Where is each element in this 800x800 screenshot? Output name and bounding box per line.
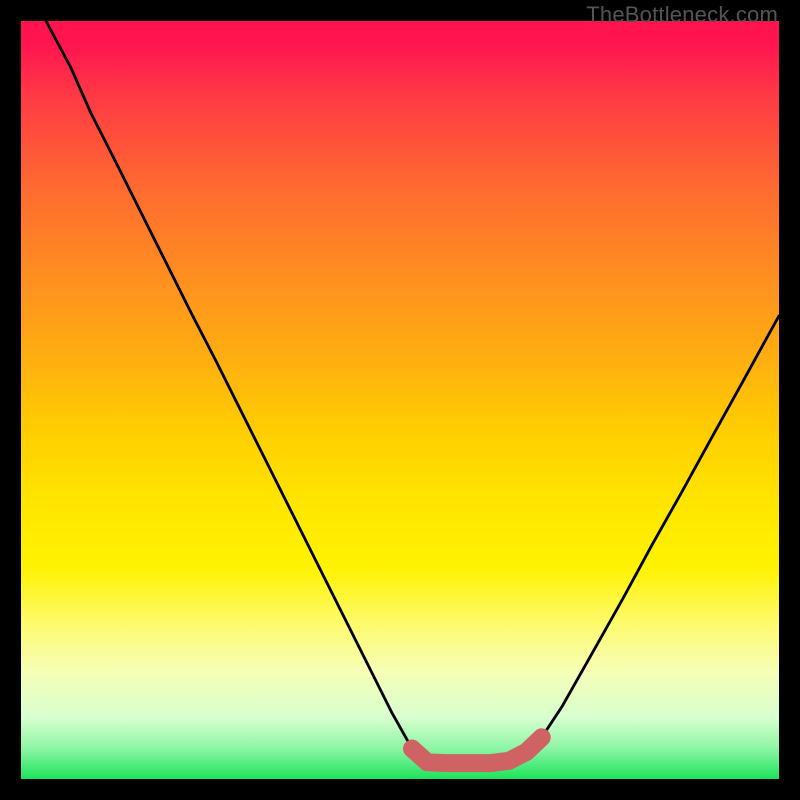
bottleneck-curve [46, 21, 779, 763]
optimal-range-highlight [412, 737, 542, 763]
chart-container: TheBottleneck.com [0, 0, 800, 800]
highlight-start-dot [403, 740, 421, 758]
watermark-text: TheBottleneck.com [586, 2, 778, 28]
gradient-plot-area [21, 21, 779, 779]
curve-layer [21, 21, 779, 779]
